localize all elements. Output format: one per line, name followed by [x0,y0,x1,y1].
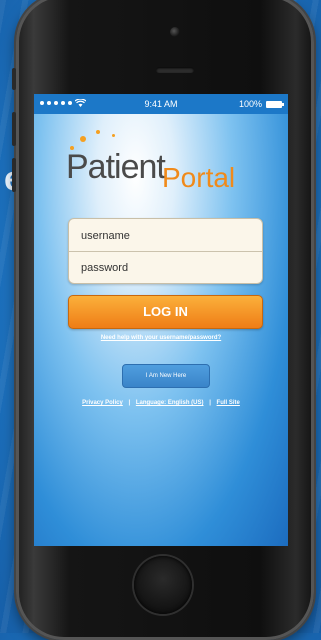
patient-portal-logo: Patient Portal [66,130,266,206]
home-button[interactable] [134,556,192,614]
front-camera [170,27,180,37]
language-link[interactable]: Language: English (US) [136,400,204,406]
mute-switch [12,68,16,90]
logo-portal-text: Portal [162,162,236,193]
logo-patient-text: Patient [66,148,166,186]
new-here-button[interactable]: I Am New Here [122,364,210,388]
status-bar: 9:41 AM 100% [34,94,288,114]
full-site-link[interactable]: Full Site [217,400,240,406]
privacy-policy-link[interactable]: Privacy Policy [82,400,123,406]
footer-links: Privacy Policy | Language: English (US) … [34,400,288,406]
password-input[interactable] [69,252,262,283]
battery-icon [266,100,284,108]
login-form [68,218,263,284]
username-input[interactable] [69,220,262,251]
footer-separator: | [209,400,211,406]
battery-indicator: 100% [238,99,284,109]
log-in-button[interactable]: LOG IN [68,295,263,329]
volume-down-button [12,158,16,192]
battery-percent: 100% [238,99,262,109]
footer-separator: | [128,400,131,406]
earpiece-speaker [156,67,194,73]
help-link[interactable]: Need help with your username/password? [34,335,288,341]
volume-up-button [12,112,16,146]
app-screen: 9:41 AM 100% Patient Portal LOG IN Need … [34,94,288,546]
